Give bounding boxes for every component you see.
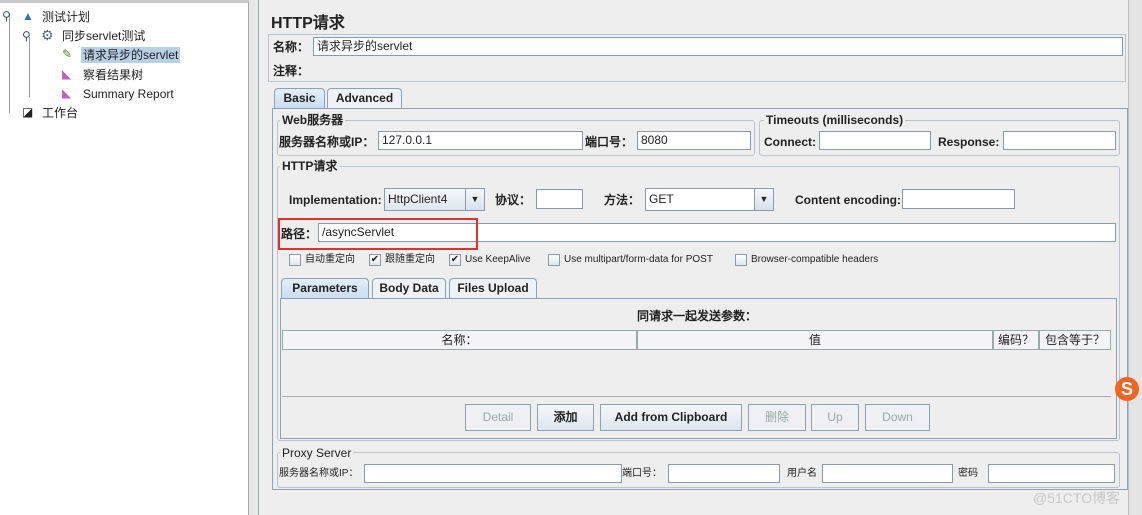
multipart-checkbox[interactable] — [548, 254, 560, 266]
multipart-label: Use multipart/form-data for POST — [564, 254, 713, 265]
down-button[interactable]: Down — [865, 404, 930, 431]
delete-button[interactable]: 删除 — [748, 404, 806, 431]
add-from-clipboard-button[interactable]: Add from Clipboard — [600, 404, 742, 431]
tab-body-data[interactable]: Body Data — [372, 278, 446, 298]
name-label: 名称： — [273, 40, 310, 54]
tab-parameters[interactable]: Parameters — [281, 278, 369, 299]
parameters-table-body[interactable] — [282, 350, 1111, 397]
test-plan-tree[interactable]: ⚲ ▲ 测试计划 ⚲ ⚙ 同步servlet测试 ✎ 请求异步的servlet … — [0, 0, 249, 515]
vertical-scrollbar[interactable] — [1128, 0, 1142, 515]
comment-input[interactable] — [309, 60, 1123, 79]
expand-toggle-icon[interactable]: ⚲ — [22, 28, 31, 44]
http-request-title: HTTP请求 — [280, 159, 340, 173]
browser-headers-label: Browser-compatible headers — [751, 254, 879, 265]
proxy-server-label: 服务器名称或IP： — [279, 468, 359, 479]
tab-basic[interactable]: Basic — [274, 88, 325, 109]
proxy-port-label: 端口号： — [622, 468, 662, 479]
up-button[interactable]: Up — [811, 404, 859, 431]
proxy-port-input[interactable] — [668, 464, 780, 483]
tree-item-http-request[interactable]: 请求异步的servlet — [81, 47, 181, 63]
tree-item-workbench[interactable]: 工作台 — [42, 105, 78, 121]
follow-redirect-label: 跟随重定向 — [385, 254, 435, 265]
web-server-title: Web服务器 — [280, 113, 346, 127]
listener-graph-icon: ◣ — [62, 67, 72, 81]
sampler-pipette-icon: ✎ — [62, 47, 73, 61]
column-header-encode[interactable]: 编码？ — [993, 330, 1039, 350]
add-button[interactable]: 添加 — [537, 404, 594, 431]
method-label: 方法： — [604, 193, 641, 207]
implementation-select[interactable]: HttpClient4 ▼ — [384, 188, 485, 211]
proxy-user-label: 用户名 — [787, 468, 817, 479]
tab-files-upload[interactable]: Files Upload — [449, 278, 537, 298]
method-value: GET — [649, 192, 674, 206]
follow-redirect-checkbox[interactable]: ✔ — [369, 254, 381, 266]
comment-label: 注释： — [273, 64, 310, 78]
implementation-label: Implementation: — [289, 193, 382, 207]
server-input[interactable]: 127.0.0.1 — [378, 131, 583, 150]
column-header-include-equals[interactable]: 包含等于？ — [1039, 330, 1111, 350]
protocol-input[interactable] — [536, 189, 583, 209]
panel-title: HTTP请求 — [271, 15, 345, 32]
column-header-value[interactable]: 值 — [637, 330, 993, 350]
tree-item-summary-report[interactable]: Summary Report — [83, 86, 174, 102]
port-label: 端口号： — [585, 135, 634, 149]
chevron-down-icon[interactable]: ▼ — [465, 189, 484, 210]
proxy-password-label: 密码 — [958, 468, 978, 479]
tree-line — [29, 37, 30, 97]
server-label: 服务器名称或IP： — [279, 135, 375, 149]
expand-toggle-icon[interactable]: ⚲ — [2, 8, 11, 24]
port-input[interactable]: 8080 — [637, 131, 751, 150]
auto-redirect-label: 自动重定向 — [305, 254, 355, 265]
browser-headers-checkbox[interactable] — [735, 254, 747, 266]
split-pane-divider[interactable] — [249, 0, 259, 515]
content-encoding-label: Content encoding: — [795, 193, 901, 207]
keepalive-label: Use KeepAlive — [465, 254, 531, 265]
proxy-password-input[interactable] — [988, 464, 1115, 483]
connect-label: Connect: — [764, 135, 816, 149]
content-encoding-input[interactable] — [902, 189, 1015, 209]
tree-item-view-results-tree[interactable]: 察看结果树 — [83, 67, 143, 83]
auto-redirect-checkbox[interactable] — [289, 254, 301, 266]
tab-advanced[interactable]: Advanced — [327, 88, 402, 108]
protocol-label: 协议： — [495, 193, 532, 207]
column-header-name[interactable]: 名称： — [282, 330, 637, 350]
response-input[interactable] — [1003, 131, 1116, 150]
tree-item-test-plan[interactable]: 测试计划 — [42, 9, 90, 25]
name-input[interactable]: 请求异步的servlet — [313, 37, 1123, 56]
tree-item-thread-group[interactable]: 同步servlet测试 — [62, 28, 145, 44]
proxy-user-input[interactable] — [822, 464, 953, 483]
watermark: @51CTO博客 — [1033, 490, 1121, 506]
chevron-down-icon[interactable]: ▼ — [754, 189, 773, 210]
thread-group-gear-icon: ⚙ — [41, 27, 54, 43]
parameters-caption: 同请求一起发送参数： — [636, 309, 757, 323]
connect-input[interactable] — [819, 131, 931, 150]
test-plan-flask-icon: ▲ — [22, 9, 34, 23]
proxy-title: Proxy Server — [280, 446, 354, 460]
listener-graph-icon: ◣ — [62, 86, 72, 100]
workbench-icon: ◪ — [22, 105, 34, 119]
timeouts-title: Timeouts (milliseconds) — [764, 113, 906, 127]
proxy-server-input[interactable] — [364, 464, 622, 483]
tree-line — [9, 13, 10, 113]
highlight-box — [278, 218, 478, 250]
response-label: Response: — [938, 135, 1000, 149]
method-select[interactable]: GET ▼ — [645, 188, 774, 211]
keepalive-checkbox[interactable]: ✔ — [449, 254, 461, 266]
implementation-value: HttpClient4 — [388, 192, 448, 206]
sogou-ime-icon[interactable]: S — [1115, 377, 1139, 401]
detail-button[interactable]: Detail — [465, 404, 531, 431]
